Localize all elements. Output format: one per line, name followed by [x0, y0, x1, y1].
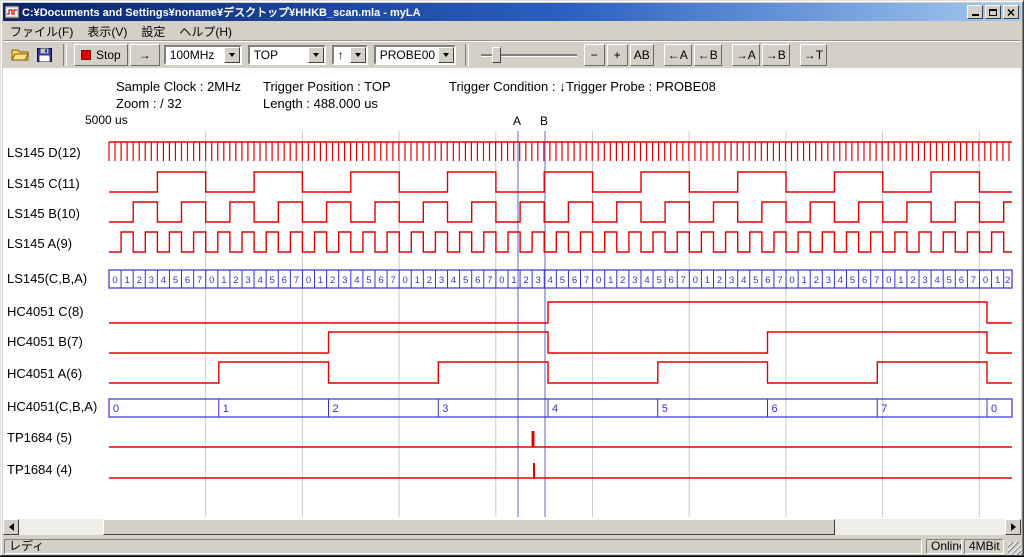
maximize-icon [989, 9, 997, 16]
marker-b-label[interactable]: B [540, 114, 548, 128]
goto-a-left-button[interactable]: ←A [664, 44, 692, 66]
probe-select[interactable]: PROBE00 [374, 45, 456, 65]
open-folder-icon [11, 48, 29, 61]
goto-b-left-button[interactable]: ←B [694, 44, 722, 66]
info-sample-clock: Sample Clock : 2MHz [116, 79, 241, 94]
menu-file[interactable]: ファイル(F) [3, 22, 80, 41]
resize-grip[interactable] [1008, 542, 1021, 555]
time-scale-label: 5000 us [85, 113, 128, 127]
scroll-left-button[interactable] [3, 519, 19, 535]
window-title: C:¥Documents and Settings¥noname¥デスクトップ¥… [22, 4, 965, 20]
toolbar: Stop → 100MHz TOP ↑ PROBE00 − + AB ←A ←B… [3, 40, 1021, 68]
minimize-button[interactable] [967, 5, 983, 19]
info-trigger-condition: Trigger Condition : ↓ [449, 79, 566, 94]
menu-help[interactable]: ヘルプ(H) [172, 22, 239, 41]
goto-trigger-button[interactable]: →T [800, 44, 827, 66]
zoom-slider-thumb[interactable] [492, 47, 501, 63]
sample-clock-value: 100MHz [170, 48, 215, 62]
zoom-slider[interactable] [479, 44, 579, 66]
toolbar-separator [465, 44, 469, 66]
chevron-down-icon[interactable] [224, 47, 240, 63]
ab-markers-button[interactable]: AB [630, 44, 654, 66]
open-button[interactable] [7, 44, 32, 66]
zoom-in-button[interactable]: + [607, 44, 628, 66]
menubar: ファイル(F) 表示(V) 設定 ヘルプ(H) [3, 22, 1021, 40]
stop-label: Stop [96, 48, 121, 62]
minimize-icon [972, 14, 979, 16]
trigger-position-select[interactable]: TOP [248, 45, 326, 65]
goto-a-right-button[interactable]: →A [732, 44, 760, 66]
titlebar[interactable]: C:¥Documents and Settings¥noname¥デスクトップ¥… [3, 3, 1021, 21]
toolbar-separator [63, 44, 67, 66]
trigger-edge-select[interactable]: ↑ [332, 45, 368, 65]
info-trigger-probe: Trigger Probe : PROBE08 [566, 79, 716, 94]
scrollbar-thumb[interactable] [103, 519, 835, 535]
scroll-right-button[interactable] [1005, 519, 1021, 535]
stop-icon [81, 50, 91, 60]
app-window: C:¥Documents and Settings¥noname¥デスクトップ¥… [0, 0, 1024, 556]
chevron-down-icon[interactable] [350, 47, 366, 63]
info-trigger-position: Trigger Position : TOP [263, 79, 391, 94]
run-button[interactable]: → [130, 44, 160, 66]
info-zoom: Zoom : / 32 [116, 96, 182, 111]
sample-clock-select[interactable]: 100MHz [164, 45, 242, 65]
arrow-left-icon [5, 523, 14, 531]
arrow-right-icon [1011, 523, 1020, 531]
zoom-out-button[interactable]: − [584, 44, 605, 66]
probe-value: PROBE00 [380, 48, 435, 62]
stop-button[interactable]: Stop [74, 44, 128, 66]
status-ready: レディ [4, 539, 922, 554]
info-length: Length : 488.000 us [263, 96, 378, 111]
trigger-position-value: TOP [254, 48, 278, 62]
save-floppy-icon [37, 48, 52, 62]
goto-b-right-button[interactable]: →B [762, 44, 790, 66]
menu-view[interactable]: 表示(V) [80, 22, 134, 41]
waveform-canvas[interactable] [3, 68, 1021, 519]
maximize-button[interactable] [985, 5, 1001, 19]
app-icon [5, 5, 19, 19]
close-icon [1007, 9, 1015, 16]
close-button[interactable] [1003, 5, 1019, 19]
chevron-down-icon[interactable] [438, 47, 454, 63]
status-memory: 4MBit [964, 539, 1004, 554]
menu-settings[interactable]: 設定 [134, 22, 172, 41]
status-online: Online [926, 539, 962, 554]
statusbar: レディ Online 4MBit [3, 538, 1021, 555]
marker-a-label[interactable]: A [513, 114, 521, 128]
chevron-down-icon[interactable] [308, 47, 324, 63]
save-button[interactable] [32, 44, 57, 66]
trigger-edge-value: ↑ [338, 48, 344, 62]
horizontal-scrollbar[interactable] [3, 519, 1021, 535]
